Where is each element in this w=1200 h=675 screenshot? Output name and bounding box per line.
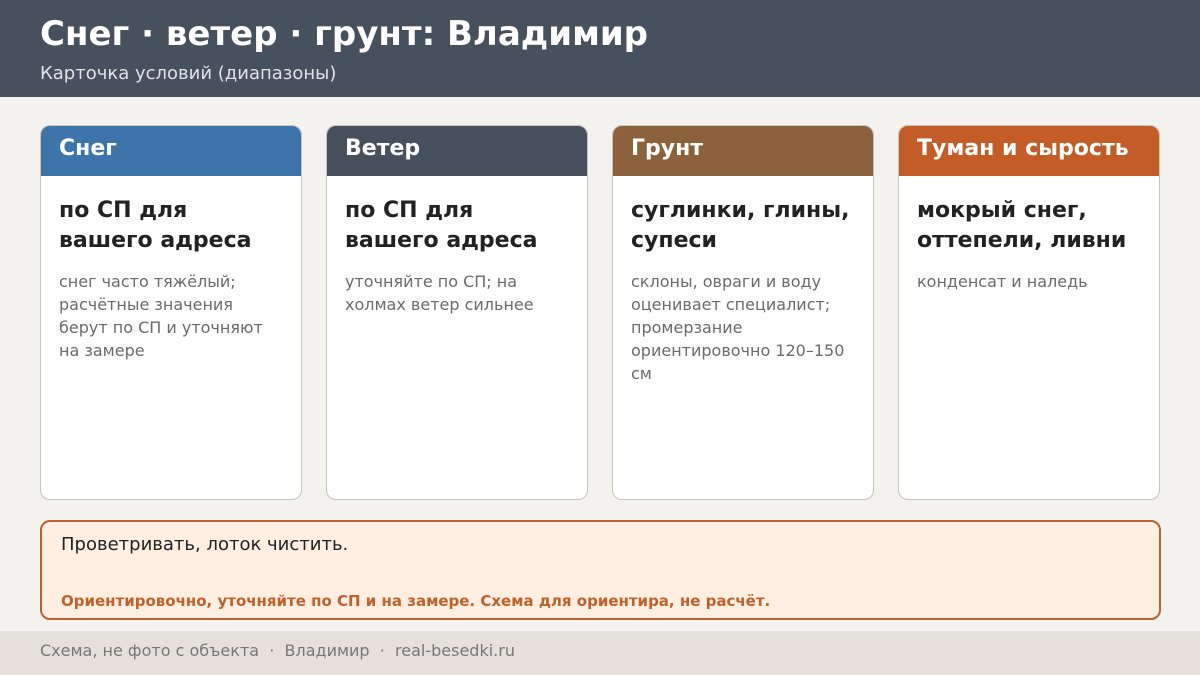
card-wind: Ветер по СП для вашего адреса уточняйте … bbox=[326, 125, 588, 500]
card-note-snow: снег часто тяжёлый; расчётные значения б… bbox=[59, 272, 263, 360]
disclaimer-text: Ориентировочно, уточняйте по СП и на зам… bbox=[61, 592, 771, 610]
card-note-fog: конденсат и наледь bbox=[917, 272, 1088, 291]
card-note-soil: склоны, овраги и воду оценивает специали… bbox=[631, 272, 845, 383]
header: Снег · ветер · грунт: Владимир Карточка … bbox=[0, 0, 1200, 97]
advice-box: Проветривать, лоток чистить. Ориентирово… bbox=[40, 520, 1161, 620]
page-subtitle: Карточка условий (диапазоны) bbox=[40, 63, 337, 84]
footer-text: Схема, не фото с объекта · Владимир · re… bbox=[40, 641, 515, 660]
footer: Схема, не фото с объекта · Владимир · re… bbox=[0, 631, 1200, 675]
card-main-snow: по СП для вашего адреса bbox=[59, 198, 252, 253]
card-fog: Туман и сырость мокрый снег, оттепели, л… bbox=[898, 125, 1160, 500]
card-main-fog: мокрый снег, оттепели, ливни bbox=[917, 198, 1127, 253]
card-note-wind: уточняйте по СП; на холмах ветер сильнее bbox=[345, 272, 534, 314]
advice-text: Проветривать, лоток чистить. bbox=[61, 534, 349, 555]
card-title-snow: Снег bbox=[41, 126, 301, 176]
card-main-soil: суглинки, глины, супеси bbox=[631, 198, 850, 253]
page-title: Снег · ветер · грунт: Владимир bbox=[40, 14, 649, 54]
card-title-wind: Ветер bbox=[327, 126, 587, 176]
card-title-fog: Туман и сырость bbox=[899, 126, 1159, 176]
card-snow: Снег по СП для вашего адреса снег часто … bbox=[40, 125, 302, 500]
card-soil: Грунт суглинки, глины, супеси склоны, ов… bbox=[612, 125, 874, 500]
card-title-soil: Грунт bbox=[613, 126, 873, 176]
card-main-wind: по СП для вашего адреса bbox=[345, 198, 538, 253]
